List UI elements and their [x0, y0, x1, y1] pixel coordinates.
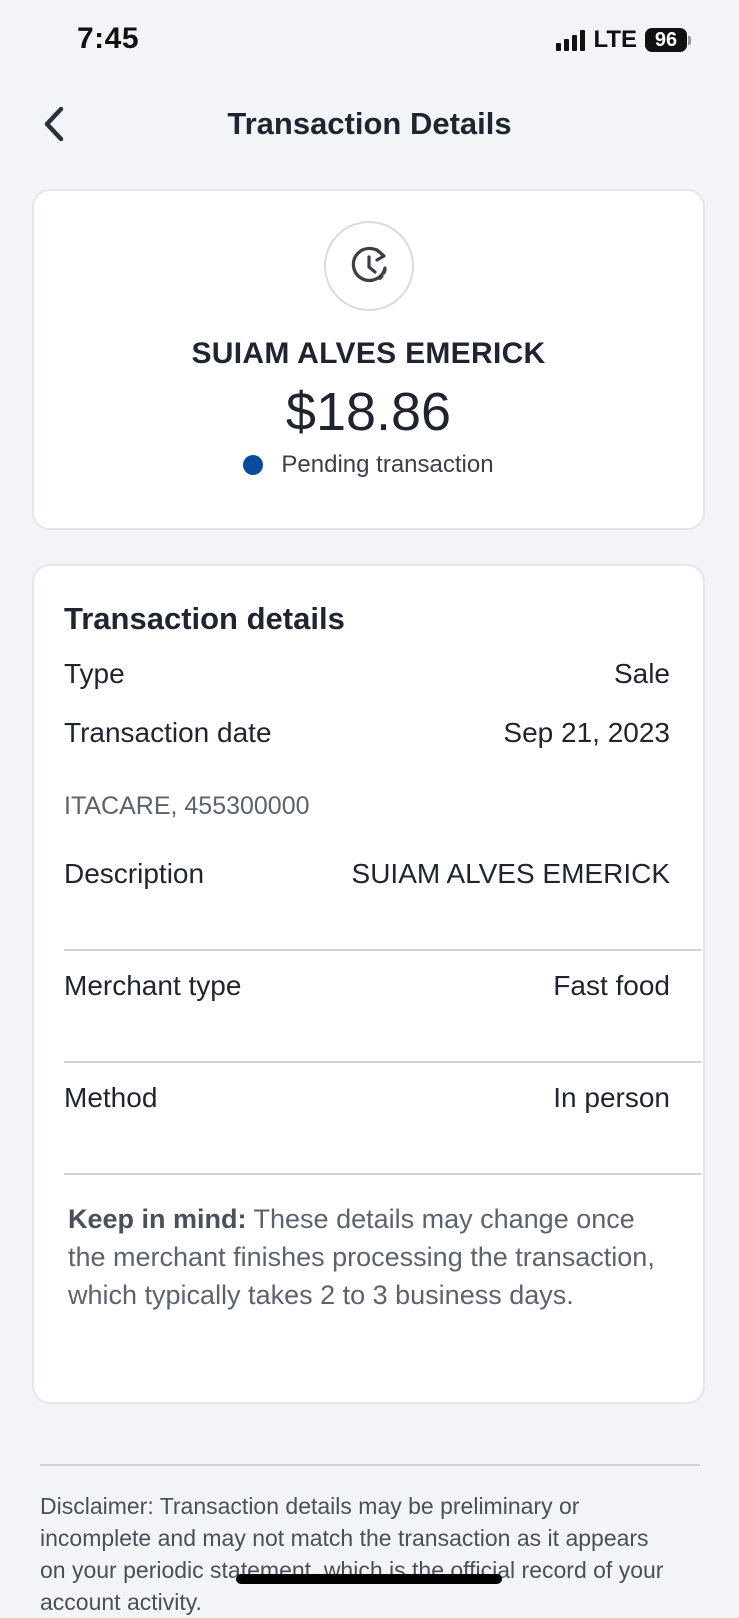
merchant-location: ITACARE, 455300000 [64, 792, 310, 820]
home-indicator [236, 1574, 502, 1584]
note-heading: Keep in mind: [68, 1204, 247, 1234]
method-label: Method [64, 1082, 158, 1113]
transaction-summary-card: SUIAM ALVES EMERICK $18.86 Pending trans… [32, 189, 705, 530]
description-value: SUIAM ALVES EMERICK [351, 858, 670, 889]
status-bar: 7:45 LTE 96 [0, 0, 739, 84]
divider [64, 1061, 701, 1063]
signal-icon [556, 29, 586, 51]
type-row: Type Sale [64, 658, 670, 690]
clock-pending-icon [351, 246, 387, 282]
merchant-name: SUIAM ALVES EMERICK [191, 337, 546, 370]
merchant-type-value: Fast food [553, 970, 670, 1001]
status-indicators: LTE 96 [556, 26, 691, 54]
page-title: Transaction Details [227, 106, 512, 141]
date-label: Transaction date [64, 717, 272, 748]
method-value: In person [553, 1082, 670, 1113]
type-label: Type [64, 658, 125, 689]
battery-level: 96 [645, 28, 687, 52]
divider [64, 1173, 701, 1175]
disclaimer-text: Disclaimer: Transaction details may be p… [40, 1493, 664, 1615]
description-row: Description SUIAM ALVES EMERICK [64, 858, 670, 890]
date-row: Transaction date Sep 21, 2023 [64, 717, 670, 749]
battery-icon: 96 [645, 28, 691, 52]
divider [40, 1464, 700, 1466]
network-label: LTE [593, 26, 637, 53]
divider [64, 949, 701, 951]
status-label: Pending transaction [281, 451, 494, 478]
status-dot-icon [243, 455, 264, 475]
merchant-type-label: Merchant type [64, 970, 242, 1001]
date-value: Sep 21, 2023 [503, 717, 670, 748]
transaction-amount: $18.86 [285, 382, 452, 442]
description-label: Description [64, 858, 205, 889]
transaction-details-card: Transaction details Type Sale Transactio… [32, 564, 705, 1404]
type-value: Sale [613, 658, 670, 689]
status-time: 7:45 [77, 22, 140, 55]
status-icon-container [324, 221, 414, 311]
section-title: Transaction details [64, 601, 345, 636]
status-row: Pending transaction [34, 451, 703, 479]
nav-header: Transaction Details [0, 92, 739, 156]
keep-in-mind-note: Keep in mind: These details may change o… [68, 1200, 663, 1314]
merchant-type-row: Merchant type Fast food [64, 970, 670, 1002]
method-row: Method In person [64, 1082, 670, 1114]
